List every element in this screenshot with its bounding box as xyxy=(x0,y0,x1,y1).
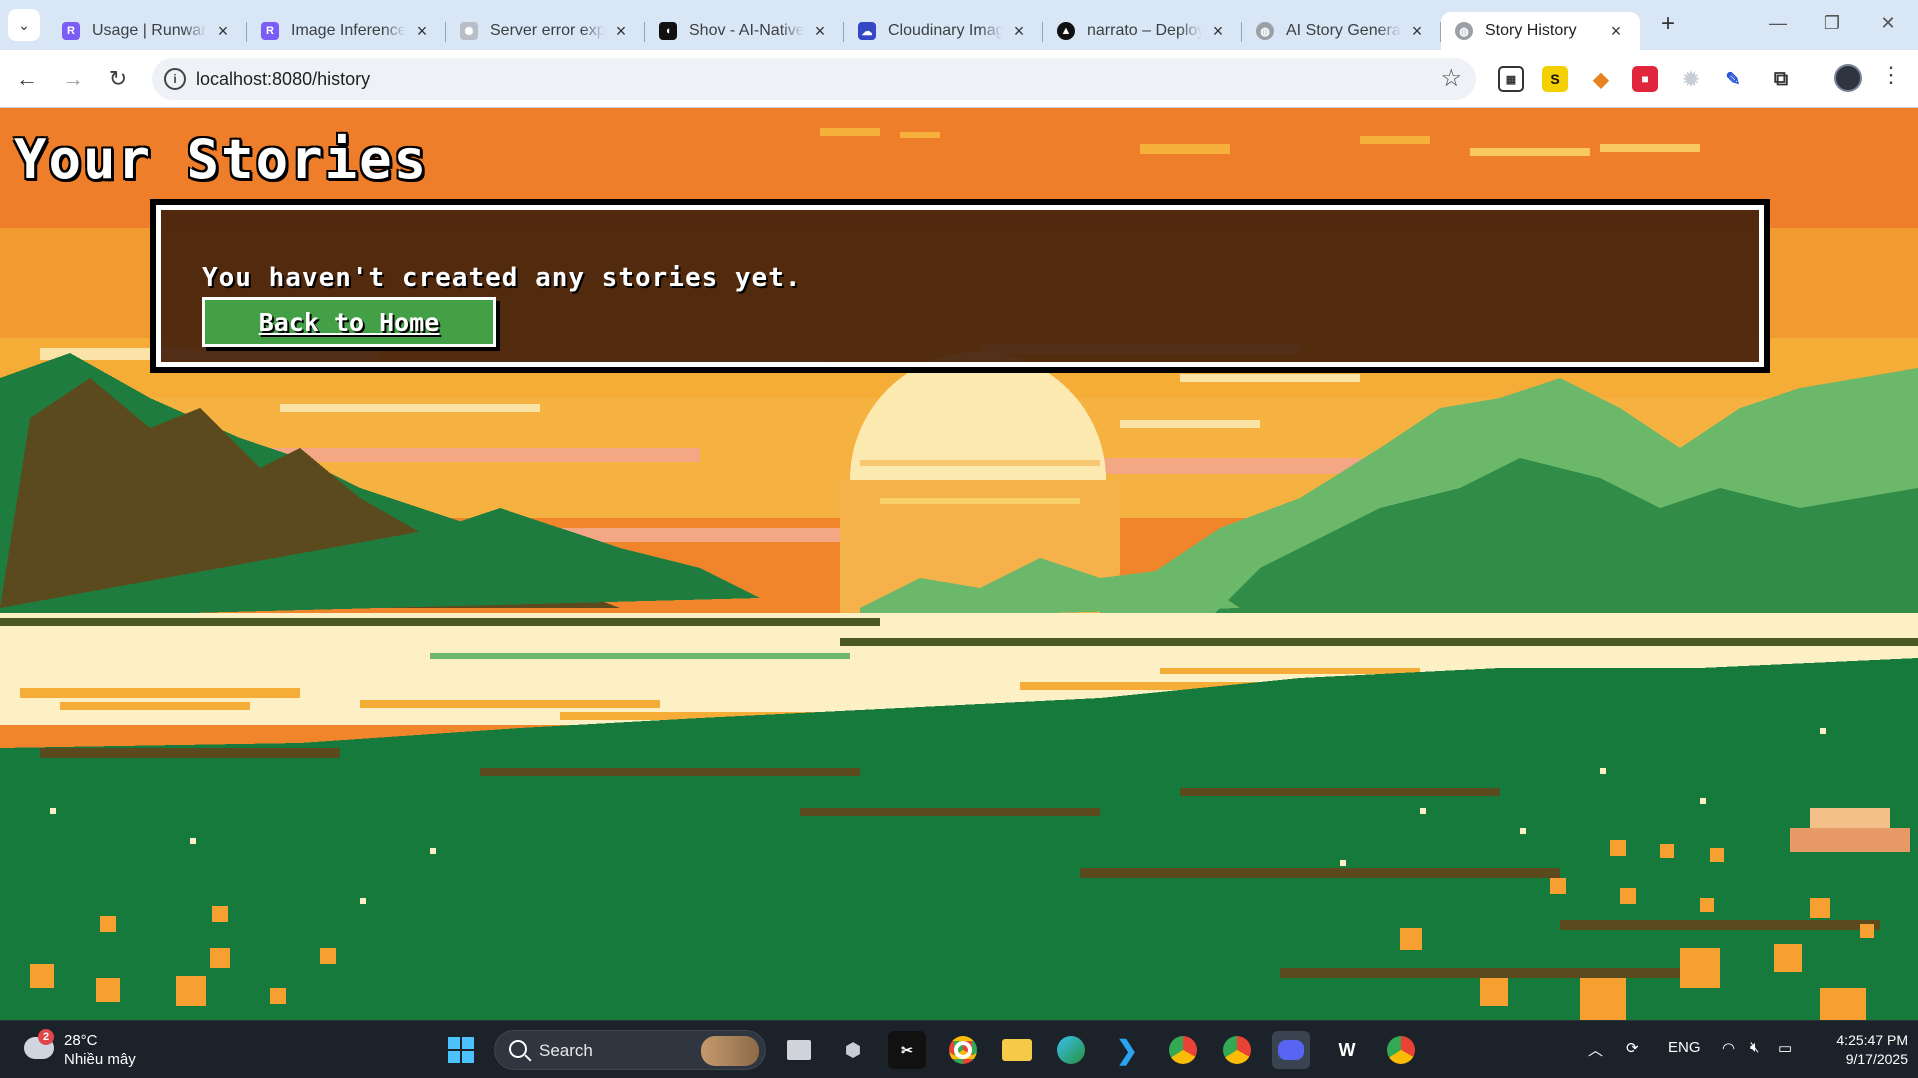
tab-title: narrato – Deploy xyxy=(1087,22,1202,39)
vercel-favicon-icon: ▲ xyxy=(1057,22,1075,40)
forward-arrow-icon[interactable]: → xyxy=(58,64,88,94)
system-clock[interactable]: 4:25:47 PM 9/17/2025 xyxy=(1800,1031,1908,1069)
edge-icon[interactable] xyxy=(1052,1031,1090,1069)
page-viewport: Your Stories You haven't created any sto… xyxy=(0,108,1918,1020)
search-label: Search xyxy=(539,1041,593,1060)
close-window-button[interactable]: ✕ xyxy=(1868,8,1908,38)
tab-title: Shov - AI-Native xyxy=(689,22,804,39)
browser-menu-icon[interactable]: ⋮ xyxy=(1880,62,1902,88)
tab-shov[interactable]: ◖ Shov - AI-Native × xyxy=(645,12,844,50)
cloudinary-favicon-icon: ☁ xyxy=(858,22,876,40)
globe-favicon-icon: ◍ xyxy=(1256,22,1274,40)
file-explorer-icon[interactable] xyxy=(998,1031,1036,1069)
openai-favicon-icon: ✺ xyxy=(460,22,478,40)
tab-usage-runware[interactable]: R Usage | Runware × xyxy=(48,12,247,50)
page-title: Your Stories xyxy=(14,128,429,191)
tab-image-inference[interactable]: R Image Inference × xyxy=(247,12,446,50)
tab-title: Usage | Runware xyxy=(92,22,207,39)
webstorm-icon[interactable]: W xyxy=(1328,1031,1366,1069)
input-language[interactable]: ENG xyxy=(1668,1039,1701,1056)
minimize-window-button[interactable]: — xyxy=(1758,8,1798,38)
address-bar[interactable]: i localhost:8080/history ☆ xyxy=(152,58,1476,100)
close-tab-icon[interactable]: × xyxy=(611,21,631,42)
show-hidden-icons-chevron-icon[interactable]: ︿ xyxy=(1588,1039,1603,1060)
close-tab-icon[interactable]: × xyxy=(1009,21,1029,42)
lock-extension-icon[interactable]: ■ xyxy=(1632,66,1658,92)
globe-favicon-icon: ◍ xyxy=(1455,22,1473,40)
runware-favicon-icon: R xyxy=(62,22,80,40)
close-tab-icon[interactable]: × xyxy=(213,21,233,42)
address-url[interactable]: localhost:8080/history xyxy=(196,69,370,90)
sun-extension-icon[interactable]: ✹ xyxy=(1678,66,1704,92)
back-to-home-button[interactable]: Back to Home xyxy=(202,297,496,347)
metamask-extension-icon[interactable]: ◆ xyxy=(1588,66,1614,92)
site-info-icon[interactable]: i xyxy=(164,68,186,90)
close-tab-icon[interactable]: × xyxy=(1407,21,1427,42)
tab-title: Image Inference xyxy=(291,22,406,39)
windows-logo-icon xyxy=(448,1037,474,1063)
sync-icon[interactable]: ⟳ xyxy=(1626,1039,1639,1057)
tab-title: Story History xyxy=(1485,22,1577,39)
notification-badge: 2 xyxy=(38,1029,54,1045)
restore-window-button[interactable]: ❐ xyxy=(1812,8,1852,38)
close-tab-icon[interactable]: × xyxy=(1208,21,1228,42)
vscode-icon[interactable]: ❯ xyxy=(1108,1031,1146,1069)
discord-icon[interactable] xyxy=(1272,1031,1310,1069)
chrome-profile-icon[interactable] xyxy=(1164,1031,1202,1069)
tab-list: R Usage | Runware × R Image Inference × … xyxy=(48,6,1640,50)
puzzle-extensions-icon[interactable]: ⧉ xyxy=(1768,66,1794,92)
tab-title: Cloudinary Image xyxy=(888,22,1003,39)
shov-favicon-icon: ◖ xyxy=(659,22,677,40)
chrome-icon[interactable] xyxy=(944,1031,982,1069)
tab-search-menu-button[interactable]: ⌄ xyxy=(8,9,40,41)
profile-avatar[interactable] xyxy=(1834,64,1862,92)
pen-extension-icon[interactable]: ✎ xyxy=(1720,66,1746,92)
reload-icon[interactable]: ↻ xyxy=(103,64,133,94)
search-icon xyxy=(509,1040,527,1058)
chrome-profile-icon[interactable] xyxy=(1382,1031,1420,1069)
tab-title: AI Story Generator xyxy=(1286,22,1401,39)
bookmark-star-icon[interactable]: ☆ xyxy=(1440,64,1462,93)
qr-extension-icon[interactable]: ▦ xyxy=(1498,66,1524,92)
battery-icon[interactable]: ▭ xyxy=(1778,1039,1792,1057)
close-tab-icon[interactable]: × xyxy=(810,21,830,42)
volume-muted-icon[interactable]: 🔇︎ xyxy=(1750,1039,1759,1056)
chrome-profile-icon[interactable] xyxy=(1218,1031,1256,1069)
tab-ai-story-generator[interactable]: ◍ AI Story Generator × xyxy=(1242,12,1441,50)
chevron-down-icon: ⌄ xyxy=(18,16,30,33)
tab-title: Server error explained xyxy=(490,22,605,39)
browser-toolbar: ← → ↻ i localhost:8080/history ☆ ▦ S ◆ ■… xyxy=(0,50,1918,108)
windows-start-icon[interactable] xyxy=(442,1031,480,1069)
wifi-icon[interactable]: ◠ xyxy=(1722,1039,1735,1057)
windows-taskbar: 2 28°C Nhiều mây Search ⬢ ✂ ❯ W ︿ ⟳ ENG … xyxy=(0,1020,1918,1078)
dollar-extension-icon[interactable]: S xyxy=(1542,66,1568,92)
close-tab-icon[interactable]: × xyxy=(1606,21,1626,42)
empty-stories-panel: You haven't created any stories yet. Bac… xyxy=(150,199,1770,373)
search-highlight-image xyxy=(701,1036,759,1066)
task-view-icon[interactable] xyxy=(780,1031,818,1069)
app-cube-icon[interactable]: ⬢ xyxy=(834,1031,872,1069)
tab-narrato-deploy[interactable]: ▲ narrato – Deploy × xyxy=(1043,12,1242,50)
clock-date: 9/17/2025 xyxy=(1845,1051,1908,1067)
new-tab-button[interactable]: + xyxy=(1654,10,1682,38)
clock-time: 4:25:47 PM xyxy=(1836,1032,1908,1048)
tab-server-error[interactable]: ✺ Server error explained × xyxy=(446,12,645,50)
capcut-icon[interactable]: ✂ xyxy=(888,1031,926,1069)
runware-favicon-icon: R xyxy=(261,22,279,40)
back-arrow-icon[interactable]: ← xyxy=(12,64,42,94)
taskbar-search-box[interactable]: Search xyxy=(494,1030,766,1070)
close-tab-icon[interactable]: × xyxy=(412,21,432,42)
tab-cloudinary[interactable]: ☁ Cloudinary Image × xyxy=(844,12,1043,50)
tab-strip: ⌄ R Usage | Runware × R Image Inference … xyxy=(0,0,1918,50)
weather-description: Nhiều mây xyxy=(64,1051,136,1068)
weather-temperature: 28°C xyxy=(64,1032,98,1049)
empty-state-message: You haven't created any stories yet. xyxy=(202,263,802,293)
weather-widget[interactable]: 2 28°C Nhiều mây xyxy=(20,1029,160,1071)
tab-story-history[interactable]: ◍ Story History × xyxy=(1441,12,1640,50)
